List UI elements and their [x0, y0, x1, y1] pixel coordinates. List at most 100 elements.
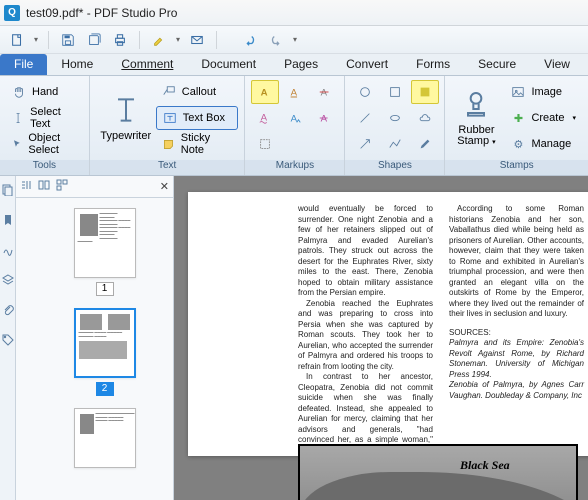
image-stamp-label: Image — [531, 86, 562, 98]
image-stamp-button[interactable]: Image — [505, 80, 582, 104]
markup-extra1[interactable] — [281, 132, 309, 156]
typewriter-label: Typewriter — [100, 130, 151, 142]
panel-options-icon[interactable] — [20, 179, 32, 194]
create-stamp-label: Create — [531, 112, 564, 124]
sticky-note-button[interactable]: Sticky Note — [156, 132, 239, 156]
highlight-markup[interactable]: A — [251, 80, 279, 104]
cloud-shape[interactable] — [411, 106, 439, 130]
tags-panel-icon[interactable] — [2, 334, 14, 346]
rubber-stamp-button[interactable]: RubberStamp ▾ — [451, 81, 501, 155]
source-2: Zenobia of Palmyra, by Agnes Carr Vaugha… — [449, 380, 584, 401]
quick-access-toolbar: ▾ ▾ ▾ — [0, 26, 588, 54]
thumb-page-3[interactable]: ▬▬▬▬▬▬▬▬▬▬▬▬▬ ▬▬▬▬ ▬▬▬▬▬ ▬▬▬▬ ▬▬▬▬▬ — [74, 408, 136, 468]
stamp-icon — [460, 89, 492, 121]
redo-icon[interactable] — [265, 29, 287, 51]
document-view[interactable]: would eventually be forced to surrender.… — [174, 176, 588, 500]
create-stamp-button[interactable]: ✚ Create ▾ — [505, 106, 582, 130]
circle-shape[interactable] — [351, 80, 379, 104]
gear-icon: ⚙ — [511, 137, 525, 151]
arrow-shape[interactable] — [351, 132, 379, 156]
page-canvas: would eventually be forced to surrender.… — [188, 192, 588, 456]
manage-stamp-button[interactable]: ⚙ Manage — [505, 132, 582, 156]
save-icon[interactable] — [57, 29, 79, 51]
select-text-tool[interactable]: Select Text — [6, 106, 83, 130]
callout-label: Callout — [182, 86, 216, 98]
svg-text:A: A — [321, 114, 328, 125]
ribbon: Hand Select Text Object Select Tools Typ… — [0, 76, 588, 176]
col1-p2: Zenobia reached the Euphrates and was pr… — [298, 299, 433, 373]
rubber-label2: Stamp — [457, 135, 489, 147]
text-column-2: According to some Roman historians Zenob… — [449, 204, 584, 456]
thumb-page-2[interactable]: ▬▬▬▬▬ ▬▬▬▬ ▬▬▬▬▬ ▬▬▬▬▬ ▬▬▬▬ — [74, 308, 136, 378]
bookmarks-panel-icon[interactable] — [2, 214, 14, 226]
col1-p1: would eventually be forced to surrender.… — [298, 204, 433, 299]
page-num-1: 1 — [96, 282, 114, 296]
markups-group-label: Markups — [245, 160, 344, 175]
pencil-shape[interactable] — [411, 132, 439, 156]
page-num-2: 2 — [96, 382, 114, 396]
layers-panel-icon[interactable] — [2, 274, 14, 286]
tab-file[interactable]: File — [0, 54, 47, 75]
pointer-icon — [12, 137, 22, 151]
svg-text:A: A — [321, 88, 328, 99]
tab-secure[interactable]: Secure — [464, 54, 530, 75]
plus-icon: ✚ — [511, 111, 525, 125]
map-figure: Black Sea — [298, 444, 578, 500]
ellipse-shape[interactable] — [381, 106, 409, 130]
undo-icon[interactable] — [239, 29, 261, 51]
pages-panel-icon[interactable] — [2, 184, 14, 196]
tab-home[interactable]: Home — [47, 54, 107, 75]
crossout-markup[interactable]: A — [311, 80, 339, 104]
title-bar: Q test09.pdf* - PDF Studio Pro — [0, 0, 588, 26]
highlight-icon[interactable] — [148, 29, 170, 51]
side-strip — [0, 176, 16, 500]
stamps-group-label: Stamps — [445, 160, 588, 175]
hand-tool[interactable]: Hand — [6, 80, 83, 104]
thumbnails-header: ✕ — [16, 176, 173, 198]
image-icon — [511, 85, 525, 99]
typewriter-button[interactable]: Typewriter — [96, 81, 156, 155]
text-box-button[interactable]: Text Box — [156, 106, 239, 130]
tab-view[interactable]: View — [530, 54, 584, 75]
print-icon[interactable] — [109, 29, 131, 51]
underline-markup[interactable]: A — [281, 80, 309, 104]
email-icon[interactable] — [186, 29, 208, 51]
window-title: test09.pdf* - PDF Studio Pro — [26, 6, 177, 20]
tab-batch[interactable]: Ba — [584, 54, 588, 75]
callout-icon — [162, 85, 176, 99]
filled-square-shape[interactable] — [411, 80, 439, 104]
attachments-panel-icon[interactable] — [2, 304, 14, 316]
save-all-icon[interactable] — [83, 29, 105, 51]
line-shape[interactable] — [351, 106, 379, 130]
hand-label: Hand — [32, 86, 58, 98]
square-shape[interactable] — [381, 80, 409, 104]
new-doc-icon[interactable] — [6, 29, 28, 51]
close-panel-icon[interactable]: ✕ — [160, 180, 169, 193]
svg-text:A: A — [291, 114, 298, 125]
signatures-panel-icon[interactable] — [2, 244, 14, 256]
tab-pages[interactable]: Pages — [270, 54, 332, 75]
replace-text-markup[interactable]: A — [311, 106, 339, 130]
manage-stamp-label: Manage — [531, 138, 571, 150]
tab-document[interactable]: Document — [187, 54, 270, 75]
area-highlight-markup[interactable] — [251, 132, 279, 156]
squiggly-markup[interactable]: A — [251, 106, 279, 130]
callout-button[interactable]: Callout — [156, 80, 239, 104]
polyline-shape[interactable] — [381, 132, 409, 156]
tab-forms[interactable]: Forms — [402, 54, 464, 75]
thumb-page-1[interactable]: ▬▬▬▬▬▬ ▬▬▬▬▬ ▬▬▬▬▬▬ ▬▬▬▬ ▬▬▬▬▬▬ ▬▬▬▬▬▬ ▬… — [74, 208, 136, 278]
highlight-dropdown[interactable]: ▾ — [174, 35, 182, 44]
new-dropdown[interactable]: ▾ — [32, 35, 40, 44]
object-select-tool[interactable]: Object Select — [6, 132, 83, 156]
col2-p1: According to some Roman historians Zenob… — [449, 204, 584, 320]
object-select-label: Object Select — [28, 132, 76, 156]
panel-expand-icon[interactable] — [38, 179, 50, 194]
insert-text-markup[interactable]: A — [281, 106, 309, 130]
tab-convert[interactable]: Convert — [332, 54, 402, 75]
panel-grid-icon[interactable] — [56, 179, 68, 194]
history-dropdown[interactable]: ▾ — [291, 35, 299, 44]
text-box-icon — [163, 111, 177, 125]
tab-comment[interactable]: Comment — [107, 54, 187, 75]
text-box-label: Text Box — [183, 112, 225, 124]
markup-extra2[interactable] — [311, 132, 339, 156]
